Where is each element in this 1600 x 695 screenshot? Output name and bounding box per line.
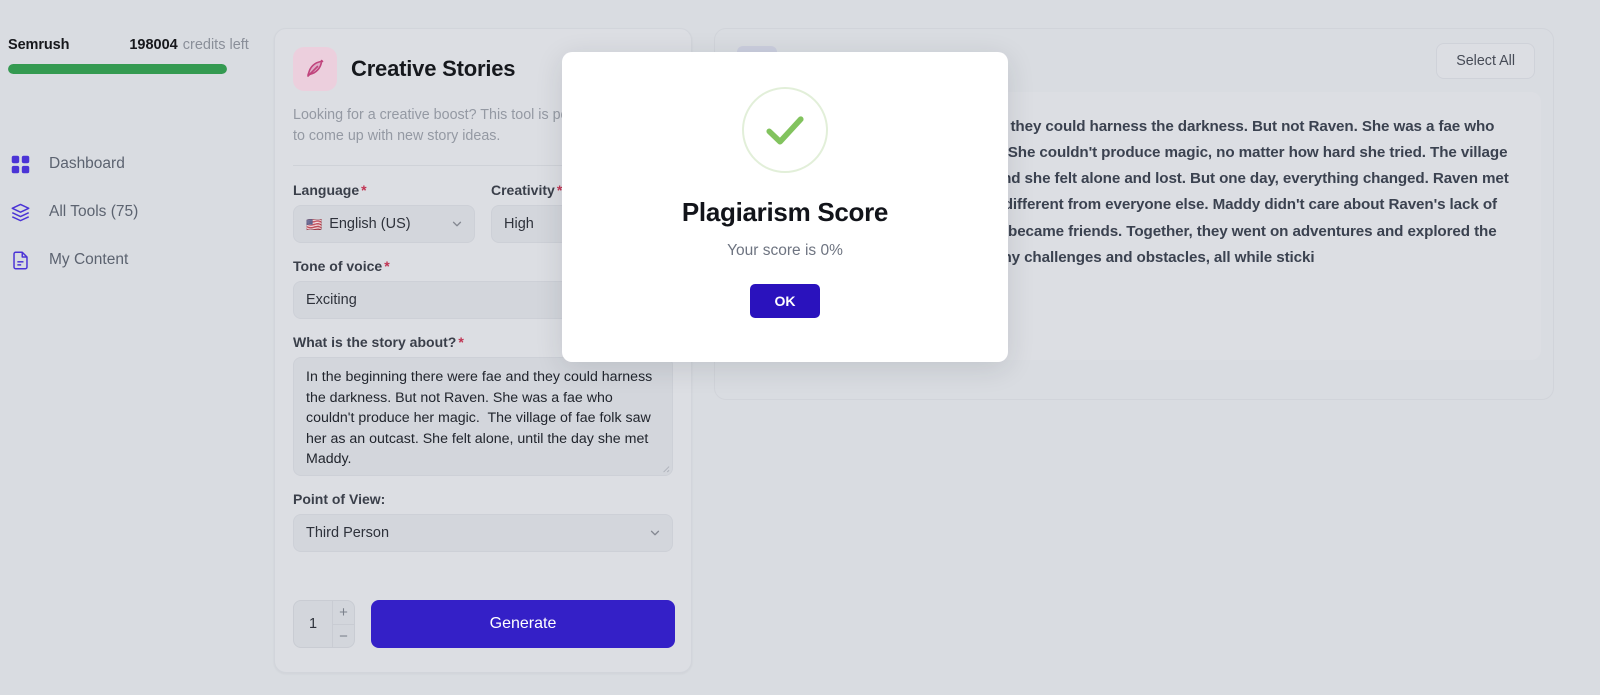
quantity-increment-button[interactable]: + [333,601,354,624]
sidebar-item-label: All Tools (75) [49,203,139,220]
layers-icon [9,201,31,223]
required-marker: * [384,258,390,275]
language-select[interactable]: 🇺🇸 English (US) [293,205,475,244]
sidebar-item-label: Dashboard [49,155,125,172]
document-icon [9,249,31,271]
modal-title: Plagiarism Score [681,197,889,227]
modal-ok-button[interactable]: OK [750,284,820,318]
story-textarea[interactable]: In the beginning there were fae and they… [293,357,673,477]
language-label-text: Language [293,182,360,199]
sidebar-nav: Dashboard All Tools (75) My Content [0,140,262,284]
tone-value: Exciting [306,292,357,309]
credits-wrapper: 198004 credits left [129,36,248,54]
grid-icon [9,153,31,175]
check-circle-icon [742,87,828,173]
select-all-button[interactable]: Select All [1436,43,1535,79]
quantity-stepper[interactable]: 1 + − [293,600,355,648]
required-marker: * [361,182,367,199]
app-root: Semrush 198004 credits left Dashboard Al… [0,0,1600,695]
story-textarea-value: In the beginning there were fae and they… [306,369,657,468]
generate-button[interactable]: Generate [371,600,675,648]
stepper-buttons: + − [332,601,354,647]
point-of-view-value: Third Person [306,525,390,542]
credits-label: credits left [182,37,249,53]
sidebar-item-dashboard[interactable]: Dashboard [0,140,262,188]
modal-subtitle: Your score is 0% [727,242,843,259]
language-field: Language * 🇺🇸 English (US) [293,182,475,244]
quantity-decrement-button[interactable]: − [333,624,354,647]
generate-row: 1 + − Generate [293,600,675,648]
language-value: English (US) [329,216,411,233]
chevron-down-icon [452,221,462,227]
page-title: Creative Stories [351,56,516,81]
feather-icon [293,47,337,91]
creativity-value: High [504,216,534,233]
brand-name: Semrush [8,37,70,53]
plagiarism-score-modal: Plagiarism Score Your score is 0% OK [562,52,1008,362]
credits-progress-fill [8,64,227,74]
sidebar-item-label: My Content [49,251,129,268]
brand-credits-row: Semrush 198004 credits left [8,36,249,54]
sidebar-item-all-tools[interactable]: All Tools (75) [0,188,262,236]
tone-label-text: Tone of voice [293,258,383,275]
language-label: Language * [293,182,475,198]
point-of-view-label: Point of View: [293,491,386,508]
resize-handle-icon[interactable] [659,462,670,473]
point-of-view-select[interactable]: Third Person [293,514,673,553]
flag-icon: 🇺🇸 [306,216,323,232]
point-of-view-field: Point of View: Third Person [293,491,673,553]
sidebar: Semrush 198004 credits left Dashboard Al… [0,0,262,695]
quantity-value: 1 [308,616,318,632]
story-label-text: What is the story about? [293,334,457,351]
required-marker: * [458,334,464,351]
creativity-label-text: Creativity [491,182,555,199]
credits-progress-bar [8,64,227,74]
credits-value: 198004 [129,37,178,53]
sidebar-item-my-content[interactable]: My Content [0,236,262,284]
chevron-down-icon [650,530,660,536]
